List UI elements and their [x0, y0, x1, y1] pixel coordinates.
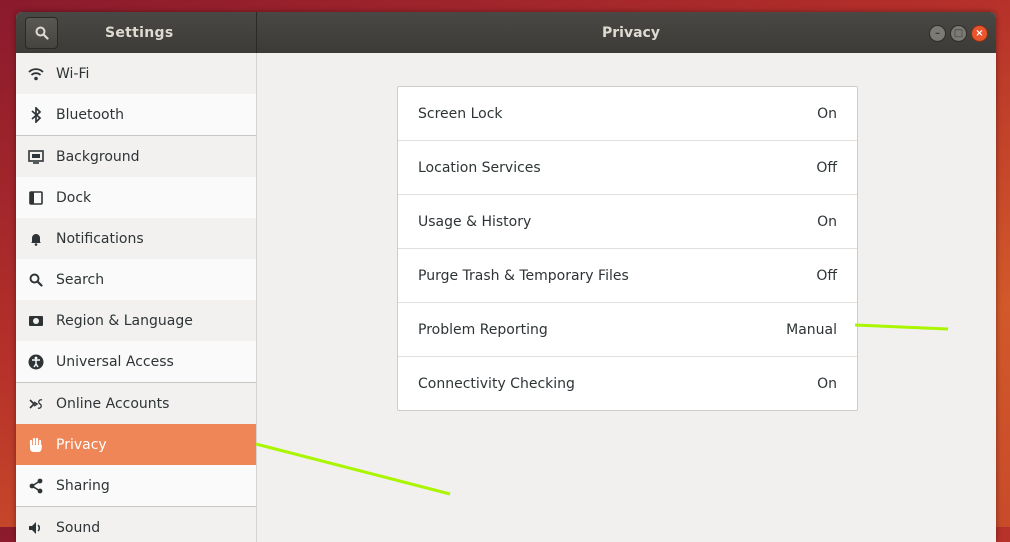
row-value: Manual [786, 321, 837, 338]
problem-reporting-row[interactable]: Problem Reporting Manual [398, 303, 857, 357]
bluetooth-icon [28, 106, 44, 123]
wifi-icon [28, 66, 44, 82]
search-button[interactable] [25, 17, 58, 49]
sidebar-item-label: Background [56, 148, 140, 165]
sidebar-item-label: Privacy [56, 436, 107, 453]
sidebar-item-online-accounts[interactable]: Online Accounts [16, 382, 256, 424]
close-button[interactable]: × [971, 25, 988, 42]
sidebar-item-region-language[interactable]: Region & Language [16, 300, 256, 341]
sidebar-item-label: Region & Language [56, 312, 193, 329]
hand-icon [28, 437, 44, 453]
connectivity-checking-row[interactable]: Connectivity Checking On [398, 357, 857, 410]
row-label: Purge Trash & Temporary Files [418, 267, 629, 284]
screen-lock-row[interactable]: Screen Lock On [398, 87, 857, 141]
row-value: On [817, 105, 837, 122]
purge-trash-row[interactable]: Purge Trash & Temporary Files Off [398, 249, 857, 303]
row-value: Off [816, 267, 837, 284]
sidebar-item-label: Dock [56, 189, 92, 206]
sidebar-item-label: Universal Access [56, 353, 174, 370]
minimize-button[interactable]: – [929, 25, 946, 42]
sidebar-item-label: Notifications [56, 230, 144, 247]
minimize-icon: – [935, 27, 940, 39]
row-value: Off [816, 159, 837, 176]
page-title: Privacy [602, 25, 660, 41]
location-services-row[interactable]: Location Services Off [398, 141, 857, 195]
row-label: Location Services [418, 159, 541, 176]
usage-history-row[interactable]: Usage & History On [398, 195, 857, 249]
sidebar-item-label: Sharing [56, 477, 110, 494]
maximize-icon: □ [953, 27, 964, 39]
sidebar-item-background[interactable]: Background [16, 135, 256, 177]
speaker-icon [28, 520, 44, 536]
share-icon [28, 478, 44, 494]
row-label: Usage & History [418, 213, 532, 230]
accessibility-icon [28, 354, 44, 370]
sidebar-item-dock[interactable]: Dock [16, 177, 256, 218]
search-icon [28, 272, 44, 288]
background-icon [28, 149, 44, 165]
row-label: Connectivity Checking [418, 375, 575, 392]
privacy-settings-list: Screen Lock On Location Services Off Usa… [397, 86, 858, 411]
sidebar-title: Settings [105, 25, 174, 41]
maximize-button[interactable]: □ [950, 25, 967, 42]
window-controls: – □ × [929, 25, 988, 42]
row-label: Problem Reporting [418, 321, 548, 338]
sidebar: Wi-Fi Bluetooth Background Dock Notifica… [16, 53, 257, 542]
sidebar-header: Settings [16, 12, 257, 53]
sidebar-item-universal-access[interactable]: Universal Access [16, 341, 256, 382]
sidebar-item-label: Sound [56, 519, 101, 536]
sidebar-item-wifi[interactable]: Wi-Fi [16, 53, 256, 94]
region-icon [28, 313, 44, 329]
header-bar: Settings Privacy – □ × [16, 12, 996, 53]
sidebar-item-label: Bluetooth [56, 106, 124, 123]
row-label: Screen Lock [418, 105, 503, 122]
online-accounts-icon [28, 396, 44, 412]
sidebar-item-sharing[interactable]: Sharing [16, 465, 256, 506]
sidebar-item-label: Search [56, 271, 105, 288]
close-icon: × [975, 27, 984, 39]
dock-icon [28, 190, 44, 206]
bell-icon [28, 231, 44, 247]
sidebar-item-label: Online Accounts [56, 395, 170, 412]
sidebar-item-privacy[interactable]: Privacy [16, 424, 256, 465]
sidebar-item-notifications[interactable]: Notifications [16, 218, 256, 259]
sidebar-item-bluetooth[interactable]: Bluetooth [16, 94, 256, 135]
sidebar-item-sound[interactable]: Sound [16, 506, 256, 542]
row-value: On [817, 375, 837, 392]
search-icon [35, 26, 49, 40]
sidebar-item-label: Wi-Fi [56, 65, 90, 82]
row-value: On [817, 213, 837, 230]
settings-window: Settings Privacy – □ × Wi-Fi Bluetooth B… [16, 12, 996, 542]
privacy-panel: Screen Lock On Location Services Off Usa… [257, 53, 996, 542]
sidebar-item-search[interactable]: Search [16, 259, 256, 300]
